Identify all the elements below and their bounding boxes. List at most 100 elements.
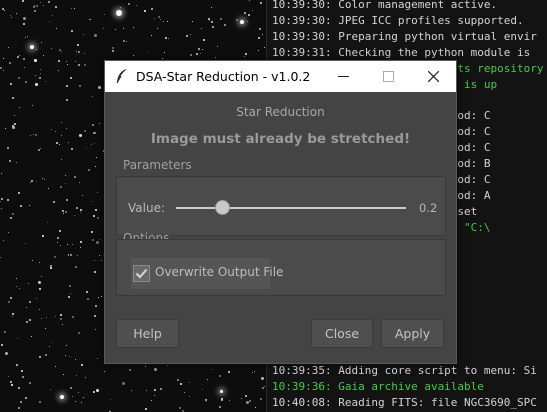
star [65,84,68,87]
star [65,175,67,176]
minimize-button[interactable] [321,61,366,92]
star [25,37,26,39]
star [94,166,96,168]
star [59,314,62,317]
star [96,216,99,219]
star [27,283,29,285]
console-line: 10:39:35: Adding core script to menu: Si [272,363,537,377]
star [33,4,35,6]
star [75,51,77,52]
star [206,378,208,380]
star [217,45,219,47]
star [57,241,59,243]
star [75,266,78,269]
star [62,212,64,214]
star [224,24,226,26]
star [77,391,79,393]
star [56,28,58,30]
star [50,129,52,131]
star [29,382,32,385]
star [82,194,84,196]
star [72,243,74,245]
star [7,376,9,378]
star [92,390,95,393]
star [35,298,37,300]
star [91,200,93,202]
console-line: 10:39:30: Color management active. [272,0,498,11]
star [38,309,40,311]
star [145,407,147,410]
star [150,8,153,11]
star [240,397,242,399]
star [260,377,264,381]
star [72,395,74,397]
star [55,130,57,132]
close-button[interactable]: Close [311,319,373,348]
close-window-button[interactable] [411,61,456,92]
star [202,38,205,41]
star [81,402,82,404]
star [16,161,17,163]
star [68,284,71,287]
value-slider-track[interactable] [176,207,406,209]
star [261,33,263,35]
star [15,285,17,287]
star [26,306,27,308]
stretch-warning: Image must already be stretched! [150,131,411,147]
star [59,185,62,188]
star [70,77,73,80]
star [144,10,147,13]
maximize-button[interactable] [366,61,411,92]
star [102,28,104,30]
star [77,64,80,67]
star [130,390,132,391]
star [263,47,265,49]
star [12,125,16,129]
bright-star [60,395,64,399]
star [44,178,46,180]
star [74,359,76,361]
star [12,96,15,99]
apply-button[interactable]: Apply [381,319,444,348]
star [75,61,77,63]
star [235,19,238,22]
star [66,128,68,130]
star [70,29,73,32]
star [53,201,56,203]
dialog-titlebar[interactable]: DSA-Star Reduction - v1.0.2 [105,61,456,92]
star [30,135,31,137]
checkbox-box[interactable] [133,265,150,282]
star [157,16,160,18]
console-line: 10:39:36: Gaia archive available [272,379,484,393]
star [60,159,62,161]
overwrite-output-checkbox[interactable]: Overwrite Output File [131,258,283,289]
star [201,27,203,29]
star [59,144,61,146]
star [96,192,98,193]
star [133,26,135,28]
star [100,259,102,261]
star [98,123,100,125]
star [93,142,95,144]
star [93,214,96,217]
bright-star [240,20,244,24]
star [83,34,85,36]
star [50,267,53,270]
star [246,400,250,404]
checkmark-icon [135,268,148,279]
star [258,49,259,51]
star [229,399,230,401]
star [79,182,80,184]
star [3,9,5,11]
help-button[interactable]: Help [116,319,179,348]
star [0,67,3,70]
star [247,13,250,16]
star [16,12,18,14]
star [160,19,162,20]
star [88,168,91,171]
console-line: 10:39:30: JPEG ICC profiles supported. [272,13,524,27]
star [201,389,203,391]
star [252,9,254,11]
star [151,400,153,402]
value-slider-handle[interactable] [214,200,230,215]
